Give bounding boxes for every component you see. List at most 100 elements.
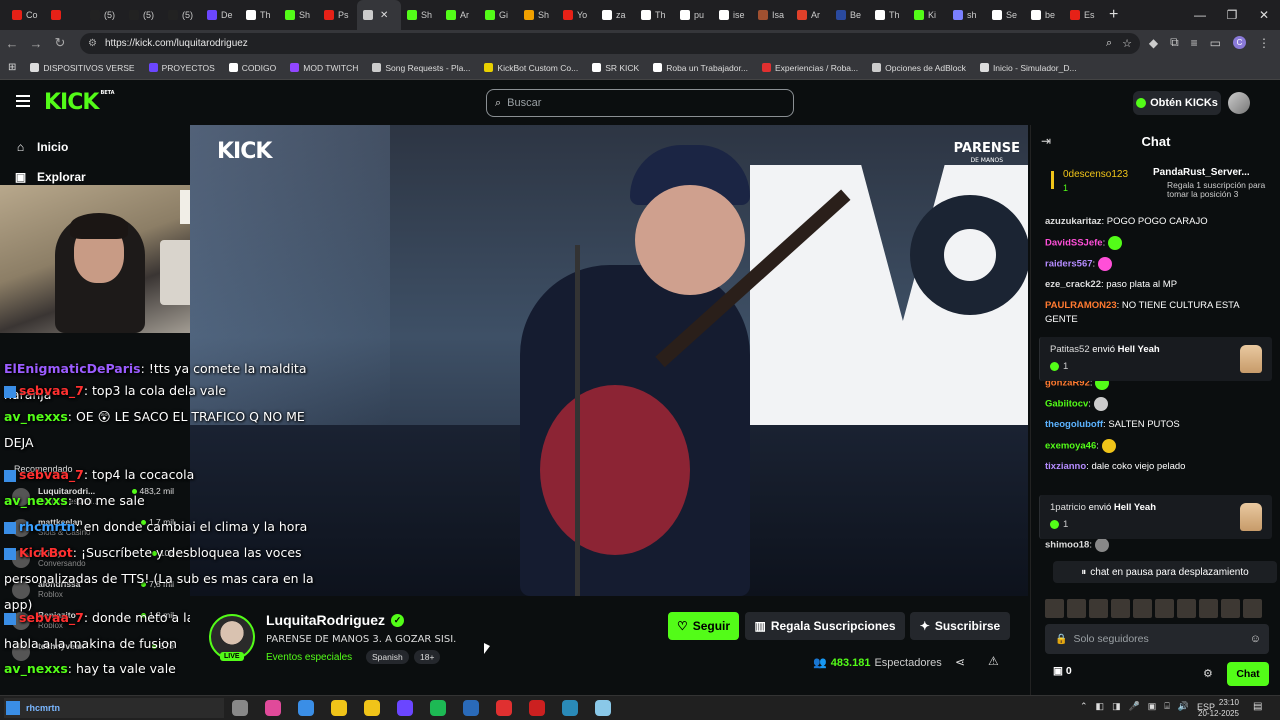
gift-subs-button[interactable]: ▥ Regala Suscripciones — [745, 612, 905, 640]
search-input[interactable]: ⌕ Buscar — [486, 89, 794, 117]
windows-start-icon[interactable] — [6, 701, 20, 715]
bookmark-item[interactable]: Roba un Trabajador... — [653, 63, 748, 73]
bookmark-item[interactable]: KickBot Custom Co... — [484, 63, 578, 73]
bookmark-item[interactable]: SR KICK — [592, 63, 639, 73]
chat-username[interactable]: azuzukaritaz — [1045, 216, 1102, 227]
browser-tab[interactable]: Sh — [401, 0, 440, 30]
profile-avatar[interactable]: C — [1233, 36, 1246, 49]
bookmark-star-icon[interactable]: ☆ — [1122, 37, 1132, 50]
browser-tab[interactable]: (5) — [123, 0, 162, 30]
tag-age[interactable]: 18+ — [414, 650, 441, 664]
restore-icon[interactable]: ❐ — [1216, 0, 1248, 30]
site-info-icon[interactable]: ⚙ — [88, 38, 97, 49]
send-chat-button[interactable]: Chat — [1227, 662, 1269, 686]
browser-tab[interactable]: Ki — [908, 0, 947, 30]
browser-tab[interactable]: Sh — [518, 0, 557, 30]
share-icon[interactable]: ⋖ — [955, 655, 965, 669]
browser-tab[interactable]: za — [596, 0, 635, 30]
tray-app-icon[interactable]: ◨ — [1112, 701, 1121, 712]
browser-tab[interactable]: Ps — [318, 0, 357, 30]
emote-thumb-icon[interactable] — [1045, 599, 1064, 618]
emote-thumb-icon[interactable] — [1177, 599, 1196, 618]
taskbar-widget[interactable]: rhcmrtn — [4, 698, 224, 718]
chat-username[interactable]: DavidSSJefe — [1045, 238, 1103, 249]
bookmark-item[interactable]: Opciones de AdBlock — [872, 63, 966, 73]
browser-tab[interactable]: be — [1025, 0, 1064, 30]
browser-tab[interactable]: Ar — [440, 0, 479, 30]
channel-name[interactable]: LuquitaRodriguez ✓ — [266, 612, 404, 628]
points-display[interactable]: ▣ 0 — [1053, 665, 1072, 677]
chat-username[interactable]: raiders567 — [1045, 259, 1093, 270]
puzzle-icon[interactable]: ⧉ — [1170, 35, 1179, 50]
kick-logo[interactable]: KICK BETA — [44, 90, 115, 115]
bookmark-item[interactable]: Song Requests - Pla... — [372, 63, 470, 73]
extension-icon[interactable]: ◆ — [1149, 36, 1158, 50]
chat-input[interactable]: 🔒 Solo seguidores ☺ — [1045, 624, 1269, 654]
browser-tab[interactable]: Sh — [279, 0, 318, 30]
media-icon[interactable]: ≡ — [1191, 36, 1198, 50]
browser-tab[interactable]: pu — [674, 0, 713, 30]
tray-app-icon[interactable]: ◧ — [1096, 701, 1105, 712]
taskbar-app-icon[interactable] — [364, 700, 380, 716]
browser-tab[interactable] — [45, 0, 84, 30]
browser-tab[interactable]: Be — [830, 0, 869, 30]
chat-username[interactable]: PAULRAMON23 — [1045, 300, 1117, 311]
browser-tab[interactable]: Es — [1064, 0, 1103, 30]
bookmark-item[interactable]: Experiencias / Roba... — [761, 63, 858, 73]
emote-picker-icon[interactable]: ☺ — [1250, 633, 1261, 645]
sidebar-item-explorar[interactable]: ▣ Explorar — [14, 170, 86, 184]
browser-tab[interactable]: Yo — [557, 0, 596, 30]
menu-icon[interactable]: ⋮ — [1258, 36, 1270, 50]
forward-icon[interactable]: → — [24, 36, 48, 51]
get-kicks-button[interactable]: Obtén KICKs — [1133, 91, 1221, 115]
reload-icon[interactable]: ↻ — [48, 35, 72, 51]
gift-user[interactable]: 1patricio — [1050, 502, 1086, 513]
taskbar-app-icon[interactable] — [331, 700, 347, 716]
task-view-icon[interactable] — [232, 700, 248, 716]
chat-username[interactable]: theogoluboff — [1045, 419, 1103, 430]
taskbar-app-icon[interactable] — [397, 700, 413, 716]
taskbar-app-icon[interactable] — [463, 700, 479, 716]
browser-tab[interactable]: De — [201, 0, 240, 30]
emote-thumb-icon[interactable] — [1221, 599, 1240, 618]
tag-language[interactable]: Spanish — [366, 650, 409, 664]
close-tab-icon[interactable]: ✕ — [380, 10, 388, 21]
follow-button[interactable]: ♡ Seguir — [668, 612, 739, 640]
zoom-icon[interactable]: ⌕ — [1106, 37, 1112, 50]
minimize-icon[interactable]: — — [1184, 0, 1216, 30]
chat-settings-icon[interactable]: ⚙ — [1203, 667, 1213, 680]
taskbar-app-icon[interactable] — [496, 700, 512, 716]
stream-category[interactable]: Eventos especiales — [266, 652, 352, 663]
notifications-icon[interactable]: ▤ — [1253, 701, 1262, 712]
leaderboard-user[interactable]: 0descenso123 — [1063, 169, 1128, 180]
browser-tab[interactable]: Th — [240, 0, 279, 30]
apps-grid-icon[interactable]: ⊞ — [8, 62, 16, 73]
taskbar-app-icon[interactable] — [562, 700, 578, 716]
volume-icon[interactable]: 🔊 — [1178, 701, 1189, 712]
browser-tab[interactable]: Co — [6, 0, 45, 30]
mic-icon[interactable]: 🎤 — [1129, 701, 1140, 712]
taskbar-app-icon[interactable] — [298, 700, 314, 716]
browser-tab[interactable]: sh — [947, 0, 986, 30]
emote-thumb-icon[interactable] — [1133, 599, 1152, 618]
network-icon[interactable]: ⌸ — [1164, 701, 1169, 712]
taskbar-app-icon[interactable] — [595, 700, 611, 716]
bookmark-item[interactable]: DISPOSITIVOS VERSE — [30, 63, 135, 73]
browser-tab[interactable]: Ar — [791, 0, 830, 30]
chat-username[interactable]: eze_crack22 — [1045, 279, 1101, 290]
emote-thumb-icon[interactable] — [1089, 599, 1108, 618]
browser-tab[interactable]: Gi — [479, 0, 518, 30]
taskbar-app-icon[interactable] — [430, 700, 446, 716]
browser-tab[interactable]: Isa — [752, 0, 791, 30]
taskbar-app-icon[interactable] — [265, 700, 281, 716]
bookmark-item[interactable]: Inicio - Simulador_D... — [979, 63, 1077, 73]
close-window-icon[interactable]: ✕ — [1248, 0, 1280, 30]
chat-username[interactable]: tixzianno — [1045, 461, 1086, 472]
browser-tab[interactable]: (5) — [84, 0, 123, 30]
chat-username[interactable]: exemoya46 — [1045, 441, 1096, 452]
browser-tab[interactable]: (5) — [162, 0, 201, 30]
bookmark-item[interactable]: PROYECTOS — [148, 63, 215, 73]
subscribe-button[interactable]: ✦ Suscribirse — [910, 612, 1010, 640]
emote-thumb-icon[interactable] — [1243, 599, 1262, 618]
browser-tab[interactable]: Th — [869, 0, 908, 30]
